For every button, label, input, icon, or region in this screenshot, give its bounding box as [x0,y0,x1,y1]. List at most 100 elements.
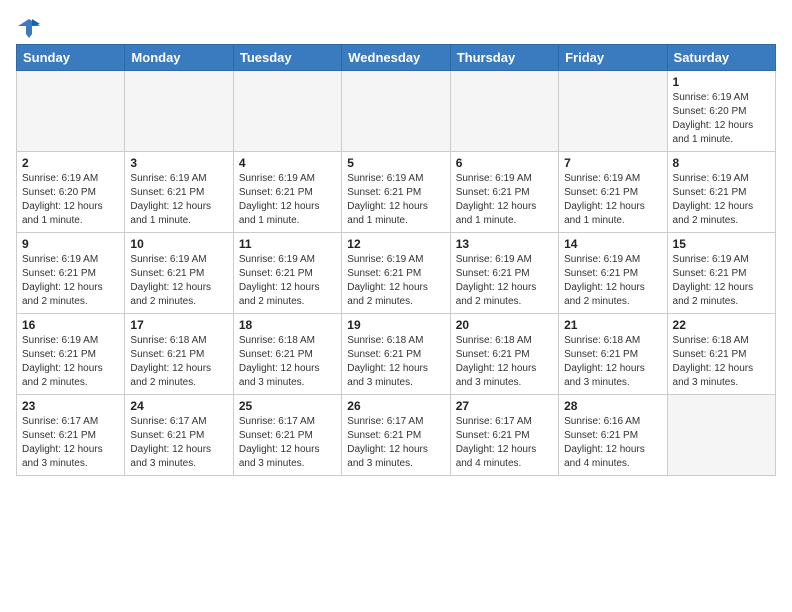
logo [16,16,40,34]
day-number: 7 [564,156,661,170]
calendar-cell [559,71,667,152]
day-number: 19 [347,318,444,332]
day-info: Sunrise: 6:19 AM Sunset: 6:21 PM Dayligh… [22,334,119,390]
day-number: 20 [456,318,553,332]
day-info: Sunrise: 6:18 AM Sunset: 6:21 PM Dayligh… [239,334,336,390]
day-number: 28 [564,399,661,413]
day-info: Sunrise: 6:19 AM Sunset: 6:21 PM Dayligh… [130,253,227,309]
calendar-cell: 25 Sunrise: 6:17 AM Sunset: 6:21 PM Dayli… [233,395,341,476]
day-info: Sunrise: 6:17 AM Sunset: 6:21 PM Dayligh… [130,415,227,471]
calendar-week-row: 1 Sunrise: 6:19 AM Sunset: 6:20 PM Daylig… [17,71,776,152]
logo-bird-icon [18,16,40,38]
day-info: Sunrise: 6:17 AM Sunset: 6:21 PM Dayligh… [456,415,553,471]
calendar-cell [125,71,233,152]
day-number: 12 [347,237,444,251]
day-header-friday: Friday [559,45,667,71]
day-info: Sunrise: 6:19 AM Sunset: 6:21 PM Dayligh… [347,253,444,309]
calendar-week-row: 16 Sunrise: 6:19 AM Sunset: 6:21 PM Dayli… [17,314,776,395]
calendar-cell: 1 Sunrise: 6:19 AM Sunset: 6:20 PM Daylig… [667,71,775,152]
calendar-cell: 23 Sunrise: 6:17 AM Sunset: 6:21 PM Dayli… [17,395,125,476]
calendar-table: SundayMondayTuesdayWednesdayThursdayFrid… [16,44,776,476]
day-number: 23 [22,399,119,413]
calendar-cell: 21 Sunrise: 6:18 AM Sunset: 6:21 PM Dayli… [559,314,667,395]
day-number: 4 [239,156,336,170]
day-info: Sunrise: 6:19 AM Sunset: 6:21 PM Dayligh… [347,172,444,228]
day-number: 8 [673,156,770,170]
calendar-cell: 14 Sunrise: 6:19 AM Sunset: 6:21 PM Dayli… [559,233,667,314]
day-header-wednesday: Wednesday [342,45,450,71]
calendar-cell: 26 Sunrise: 6:17 AM Sunset: 6:21 PM Dayli… [342,395,450,476]
day-info: Sunrise: 6:19 AM Sunset: 6:20 PM Dayligh… [22,172,119,228]
calendar-cell: 3 Sunrise: 6:19 AM Sunset: 6:21 PM Daylig… [125,152,233,233]
calendar-cell [233,71,341,152]
day-number: 22 [673,318,770,332]
calendar-cell: 7 Sunrise: 6:19 AM Sunset: 6:21 PM Daylig… [559,152,667,233]
day-header-sunday: Sunday [17,45,125,71]
day-info: Sunrise: 6:19 AM Sunset: 6:21 PM Dayligh… [456,172,553,228]
day-info: Sunrise: 6:19 AM Sunset: 6:21 PM Dayligh… [456,253,553,309]
day-number: 24 [130,399,227,413]
day-info: Sunrise: 6:19 AM Sunset: 6:21 PM Dayligh… [22,253,119,309]
calendar-cell [667,395,775,476]
day-number: 25 [239,399,336,413]
calendar-cell: 22 Sunrise: 6:18 AM Sunset: 6:21 PM Dayli… [667,314,775,395]
day-info: Sunrise: 6:18 AM Sunset: 6:21 PM Dayligh… [673,334,770,390]
calendar-week-row: 2 Sunrise: 6:19 AM Sunset: 6:20 PM Daylig… [17,152,776,233]
calendar-cell: 28 Sunrise: 6:16 AM Sunset: 6:21 PM Dayli… [559,395,667,476]
day-number: 11 [239,237,336,251]
day-number: 15 [673,237,770,251]
calendar-cell: 10Sunrise: 6:19 AM Sunset: 6:21 PM Dayli… [125,233,233,314]
day-info: Sunrise: 6:17 AM Sunset: 6:21 PM Dayligh… [347,415,444,471]
day-info: Sunrise: 6:18 AM Sunset: 6:21 PM Dayligh… [456,334,553,390]
day-info: Sunrise: 6:17 AM Sunset: 6:21 PM Dayligh… [22,415,119,471]
calendar-cell [450,71,558,152]
day-info: Sunrise: 6:17 AM Sunset: 6:21 PM Dayligh… [239,415,336,471]
day-header-thursday: Thursday [450,45,558,71]
day-info: Sunrise: 6:19 AM Sunset: 6:21 PM Dayligh… [564,253,661,309]
calendar-header-row: SundayMondayTuesdayWednesdayThursdayFrid… [17,45,776,71]
calendar-cell: 18 Sunrise: 6:18 AM Sunset: 6:21 PM Dayli… [233,314,341,395]
day-header-tuesday: Tuesday [233,45,341,71]
calendar-cell: 11 Sunrise: 6:19 AM Sunset: 6:21 PM Dayli… [233,233,341,314]
day-info: Sunrise: 6:18 AM Sunset: 6:21 PM Dayligh… [564,334,661,390]
day-number: 13 [456,237,553,251]
day-number: 27 [456,399,553,413]
calendar-cell: 5 Sunrise: 6:19 AM Sunset: 6:21 PM Daylig… [342,152,450,233]
calendar-cell: 17 Sunrise: 6:18 AM Sunset: 6:21 PM Dayli… [125,314,233,395]
day-info: Sunrise: 6:19 AM Sunset: 6:21 PM Dayligh… [239,172,336,228]
day-info: Sunrise: 6:19 AM Sunset: 6:21 PM Dayligh… [564,172,661,228]
day-info: Sunrise: 6:19 AM Sunset: 6:21 PM Dayligh… [673,172,770,228]
day-number: 18 [239,318,336,332]
calendar-cell: 15 Sunrise: 6:19 AM Sunset: 6:21 PM Dayli… [667,233,775,314]
day-header-saturday: Saturday [667,45,775,71]
calendar-cell [17,71,125,152]
calendar-cell: 13 Sunrise: 6:19 AM Sunset: 6:21 PM Dayli… [450,233,558,314]
day-number: 16 [22,318,119,332]
calendar-cell: 27 Sunrise: 6:17 AM Sunset: 6:21 PM Dayli… [450,395,558,476]
page-header [16,16,776,34]
calendar-cell: 4 Sunrise: 6:19 AM Sunset: 6:21 PM Daylig… [233,152,341,233]
day-info: Sunrise: 6:19 AM Sunset: 6:21 PM Dayligh… [130,172,227,228]
day-number: 2 [22,156,119,170]
day-info: Sunrise: 6:16 AM Sunset: 6:21 PM Dayligh… [564,415,661,471]
day-number: 3 [130,156,227,170]
day-number: 17 [130,318,227,332]
calendar-week-row: 23 Sunrise: 6:17 AM Sunset: 6:21 PM Dayli… [17,395,776,476]
day-number: 1 [673,75,770,89]
day-header-monday: Monday [125,45,233,71]
day-number: 21 [564,318,661,332]
day-number: 14 [564,237,661,251]
day-info: Sunrise: 6:19 AM Sunset: 6:21 PM Dayligh… [239,253,336,309]
day-info: Sunrise: 6:18 AM Sunset: 6:21 PM Dayligh… [130,334,227,390]
day-number: 26 [347,399,444,413]
day-info: Sunrise: 6:19 AM Sunset: 6:21 PM Dayligh… [673,253,770,309]
calendar-cell: 16 Sunrise: 6:19 AM Sunset: 6:21 PM Dayli… [17,314,125,395]
calendar-week-row: 9 Sunrise: 6:19 AM Sunset: 6:21 PM Daylig… [17,233,776,314]
calendar-cell: 24 Sunrise: 6:17 AM Sunset: 6:21 PM Dayli… [125,395,233,476]
calendar-cell [342,71,450,152]
day-number: 6 [456,156,553,170]
calendar-cell: 6 Sunrise: 6:19 AM Sunset: 6:21 PM Daylig… [450,152,558,233]
day-number: 9 [22,237,119,251]
day-number: 5 [347,156,444,170]
day-info: Sunrise: 6:19 AM Sunset: 6:20 PM Dayligh… [673,91,770,147]
